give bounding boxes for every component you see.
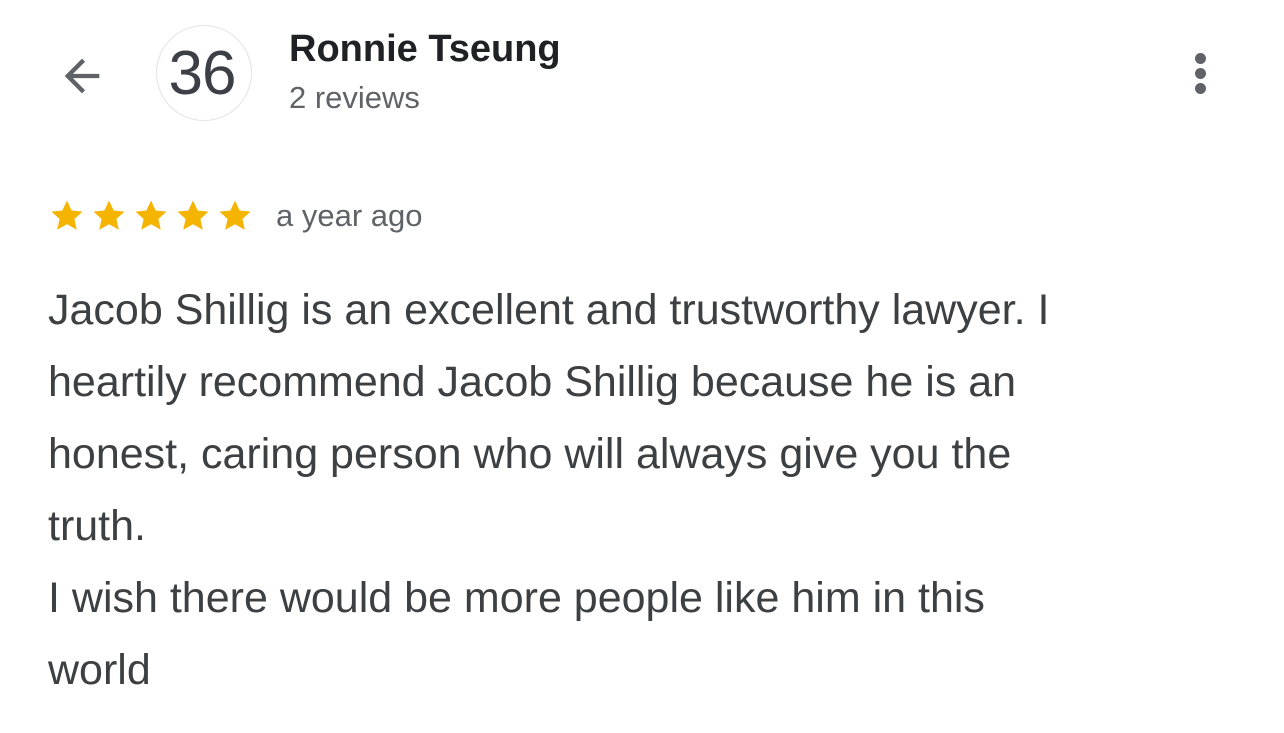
star-icon bbox=[219, 200, 251, 230]
star-icon bbox=[51, 200, 83, 230]
back-button[interactable] bbox=[50, 44, 114, 108]
review-text-line: Jacob Shillig is an excellent and trustw… bbox=[48, 286, 1050, 334]
star-icon bbox=[135, 200, 167, 230]
review-text-line: I wish there would be more people like h… bbox=[48, 574, 985, 622]
star-icon bbox=[177, 200, 209, 230]
star-rating bbox=[48, 197, 258, 235]
review-header: 36 Ronnie Tseung 2 reviews bbox=[0, 0, 1284, 140]
review-text-line: world bbox=[48, 646, 151, 694]
review-text: Jacob Shillig is an excellent and trustw… bbox=[48, 274, 1208, 706]
reviewer-name[interactable]: Ronnie Tseung bbox=[289, 28, 561, 71]
avatar[interactable]: 36 bbox=[156, 25, 252, 121]
star-icon bbox=[93, 200, 125, 230]
rating-row: a year ago bbox=[48, 192, 423, 240]
more-options-button[interactable] bbox=[1170, 40, 1230, 106]
avatar-text: 36 bbox=[168, 38, 237, 108]
reviewer-review-count: 2 reviews bbox=[289, 80, 420, 115]
more-vert-icon bbox=[1194, 49, 1206, 98]
review-text-line: heartily recommend Jacob Shillig because… bbox=[48, 358, 1017, 406]
review-text-line: truth. bbox=[48, 502, 146, 550]
review-text-line: honest, caring person who will always gi… bbox=[48, 430, 1012, 478]
review-date: a year ago bbox=[276, 198, 423, 233]
arrow-back-icon bbox=[64, 58, 100, 94]
